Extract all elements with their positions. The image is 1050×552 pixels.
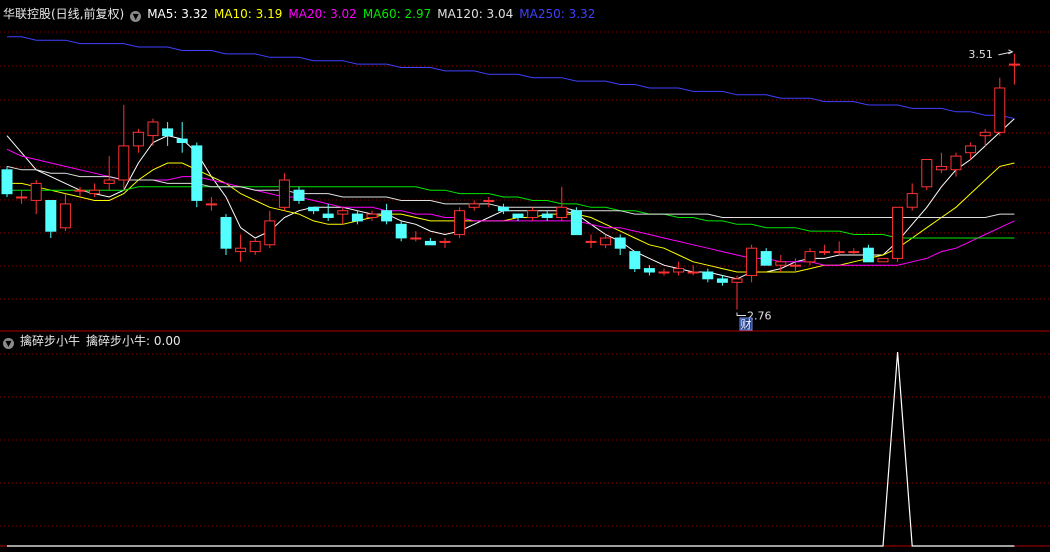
- stock-name[interactable]: 华联控股(日线,前复权): [3, 7, 124, 21]
- candle-body: [629, 251, 641, 270]
- ma120-line: [6, 165, 1015, 218]
- high-price-arrow: [998, 49, 1014, 56]
- candle-body: [118, 145, 130, 181]
- candle-body: [162, 128, 174, 137]
- candle-body: [322, 213, 334, 219]
- candle-body: [59, 203, 71, 229]
- candle-body: [877, 257, 889, 263]
- candle-body: [643, 268, 655, 273]
- candle-body: [293, 189, 305, 201]
- candle-body: [205, 203, 217, 206]
- candle-body: [410, 237, 422, 240]
- candle-body: [147, 121, 159, 137]
- candle-body: [483, 200, 495, 202]
- candle-body: [220, 217, 232, 249]
- candle-body: [862, 247, 874, 263]
- candle-body: [994, 87, 1006, 133]
- candle-body: [746, 247, 758, 276]
- candle-body: [351, 213, 363, 222]
- candle-body: [541, 213, 553, 219]
- candle-body: [45, 200, 57, 232]
- candle-body: [804, 251, 816, 263]
- candle-body: [760, 251, 772, 266]
- price-annotations: 3.51 2.76 财: [736, 48, 1014, 331]
- candle-body: [468, 203, 480, 208]
- candle-body: [235, 247, 247, 253]
- indicator-line: [7, 351, 1015, 547]
- candle-body: [921, 159, 933, 188]
- candle-body: [892, 206, 904, 259]
- candle-body: [264, 220, 276, 246]
- candle-body: [600, 237, 612, 246]
- candle-body: [103, 179, 115, 184]
- candle-body: [614, 237, 626, 249]
- candle-body: [308, 206, 320, 212]
- candle-body: [30, 182, 42, 201]
- ma60-label: MA60: 2.97: [362, 7, 432, 21]
- candle-body: [176, 138, 188, 144]
- chevron-down-icon[interactable]: ▼: [3, 338, 14, 349]
- chevron-down-icon[interactable]: ▼: [130, 11, 142, 22]
- candle-body: [556, 206, 568, 219]
- candle-body: [965, 145, 977, 154]
- candle-body: [658, 271, 670, 274]
- candlestick-series[interactable]: [1, 53, 1020, 310]
- candle-body: [527, 210, 539, 218]
- ma250-line: [7, 36, 1015, 120]
- candle-body: [585, 240, 597, 243]
- candle-body: [789, 264, 801, 267]
- candle-body: [950, 155, 962, 171]
- candle-body: [716, 278, 728, 283]
- candle-body: [673, 268, 685, 273]
- candle-body: [979, 131, 991, 137]
- candle-body: [848, 251, 860, 254]
- candle-body: [512, 213, 524, 219]
- stock-chart-canvas[interactable]: 3.51 2.76 财: [0, 0, 1050, 552]
- main-panel-grid: [0, 31, 1050, 300]
- candle-body: [775, 261, 787, 266]
- candle-body: [731, 278, 743, 283]
- ma60-line: [7, 186, 1015, 239]
- finance-marker-text: 财: [741, 317, 752, 331]
- candle-body: [1, 169, 13, 195]
- candle-body: [191, 145, 203, 201]
- candle-body: [16, 196, 28, 199]
- candle-body: [570, 210, 582, 236]
- candle-body: [1008, 63, 1020, 66]
- candle-body: [935, 165, 947, 171]
- ma120-label: MA120: 3.04: [437, 7, 514, 21]
- candle-body: [424, 240, 436, 246]
- indicator-panel-grid: [0, 353, 1050, 527]
- candle-body: [89, 189, 101, 195]
- candle-body: [454, 210, 466, 236]
- high-price-label: 3.51: [968, 48, 993, 61]
- ma10-label: MA10: 3.19: [213, 7, 283, 21]
- candle-body: [687, 271, 699, 274]
- candle-body: [395, 223, 407, 239]
- candle-body: [497, 206, 509, 212]
- ma5-label: MA5: 3.32: [147, 7, 208, 21]
- candle-body: [337, 210, 349, 215]
- moving-average-lines: [6, 36, 1015, 280]
- main-legend: 华联控股(日线,前复权) ▼ MA5: 3.32 MA10: 3.19 MA20: 3.…: [3, 7, 601, 22]
- indicator-legend: ▼ 擒碎步小牛 擒碎步小牛: 0.00: [3, 334, 187, 349]
- candle-body: [74, 189, 86, 192]
- low-price-arrow: [736, 312, 746, 317]
- candle-body: [366, 213, 378, 219]
- candle-body: [132, 131, 144, 147]
- ma20-label: MA20: 3.02: [288, 7, 357, 21]
- candle-body: [249, 240, 261, 253]
- indicator-name[interactable]: 擒碎步小牛: [20, 334, 80, 348]
- ma250-label: MA250: 3.32: [519, 7, 596, 21]
- candle-body: [381, 210, 393, 222]
- candle-body: [819, 251, 831, 254]
- candle-body: [439, 240, 451, 243]
- indicator-value: 擒碎步小牛: 0.00: [86, 334, 181, 348]
- indicator-series: [7, 351, 1015, 547]
- candle-body: [278, 179, 290, 208]
- candle-body: [906, 193, 918, 208]
- candle-body: [702, 271, 714, 280]
- chart-frame: [0, 330, 1050, 547]
- candle-body: [833, 251, 845, 254]
